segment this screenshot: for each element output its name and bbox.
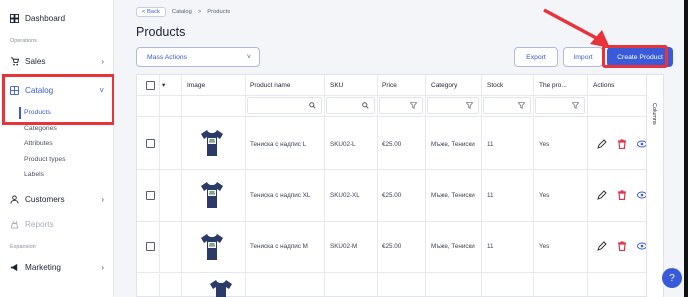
cell-stock: 11 xyxy=(487,192,494,199)
edit-icon[interactable] xyxy=(597,190,607,200)
cell-price: €25.00 xyxy=(382,243,402,250)
edit-icon[interactable] xyxy=(597,139,607,149)
edit-icon[interactable] xyxy=(597,241,607,251)
cell-category: Мъже, Тениски xyxy=(431,192,475,199)
annotation-box-create xyxy=(602,45,668,68)
product-thumbnail xyxy=(201,234,223,260)
filter-product-name[interactable] xyxy=(247,97,322,114)
sidebar-subitem-categories[interactable]: Categories xyxy=(24,125,57,132)
sidebar: Dashboard Operations Sales › Catalog ˅ P… xyxy=(0,0,115,297)
cell-product-name[interactable]: Тениска с надпис XL xyxy=(250,192,322,199)
filter-icon xyxy=(410,102,417,109)
sidebar-item-sales[interactable]: Sales › xyxy=(10,57,110,66)
chevron-down-icon: ▾ xyxy=(162,82,166,89)
annotation-box-catalog xyxy=(2,74,115,125)
filter-category[interactable] xyxy=(427,97,479,114)
cell-the-pro: Yes xyxy=(539,243,550,250)
page-title: Products xyxy=(136,25,186,39)
cell-product-name[interactable]: Тениска с надпис L xyxy=(250,141,322,148)
breadcrumb-separator: > xyxy=(197,9,202,15)
cell-price: €25.00 xyxy=(382,192,402,199)
chevron-down-icon: ˅ xyxy=(246,54,251,61)
row-checkbox[interactable] xyxy=(146,191,155,200)
cell-sku: SKU02-L xyxy=(330,141,356,148)
filter-the-pro[interactable] xyxy=(535,97,585,114)
back-button[interactable]: < Back xyxy=(136,7,166,17)
mass-actions-select[interactable]: Mass Actions ˅ xyxy=(136,47,260,67)
select-all-checkbox[interactable] xyxy=(146,81,155,90)
delete-icon[interactable] xyxy=(617,139,627,149)
header-actions: Actions xyxy=(593,81,615,89)
cell-the-pro: Yes xyxy=(539,141,550,148)
sidebar-subitem-product-types[interactable]: Product types xyxy=(24,156,66,163)
header-the-pro[interactable]: The pro... xyxy=(539,75,567,95)
filter-price[interactable] xyxy=(379,97,423,114)
breadcrumb: < Back Catalog > Products xyxy=(136,7,230,17)
product-thumbnail xyxy=(201,130,223,156)
chevron-right-icon: › xyxy=(101,195,104,204)
header-image: Image xyxy=(187,81,206,89)
row-checkbox[interactable] xyxy=(146,139,155,148)
sidebar-label-reports: Reports xyxy=(25,220,54,229)
columns-side-tab[interactable]: Columns xyxy=(646,75,663,297)
row-checkbox[interactable] xyxy=(146,242,155,251)
delete-icon[interactable] xyxy=(617,241,627,251)
reports-icon xyxy=(10,220,19,229)
products-table: ▾ Image Product name SKU Price Category … xyxy=(136,74,664,297)
filter-icon xyxy=(572,102,579,109)
sidebar-item-reports[interactable]: Reports xyxy=(10,220,110,229)
header-product-name[interactable]: Product name xyxy=(250,75,290,95)
delete-icon[interactable] xyxy=(617,190,627,200)
header-price[interactable]: Price xyxy=(382,75,397,95)
mass-actions-label: Mass Actions xyxy=(147,53,188,61)
columns-tab-label: Columns xyxy=(651,103,657,125)
product-thumbnail xyxy=(210,280,232,297)
cell-stock: 11 xyxy=(487,243,494,250)
cell-stock: 11 xyxy=(487,141,494,148)
cell-category: Мъже, Тениски xyxy=(431,141,475,148)
product-thumbnail xyxy=(201,182,223,208)
sidebar-label-sales: Sales xyxy=(25,57,46,66)
chevron-right-icon: › xyxy=(101,263,104,272)
dashboard-icon xyxy=(10,14,19,23)
header-category[interactable]: Category xyxy=(431,75,457,95)
cell-price: €25.00 xyxy=(382,141,402,148)
sidebar-label-dashboard: Dashboard xyxy=(25,14,66,23)
cell-product-name[interactable]: Тениска с надпис M xyxy=(250,243,322,250)
sidebar-item-customers[interactable]: Customers › xyxy=(10,195,110,204)
sidebar-subitem-attributes[interactable]: Attributes xyxy=(24,140,53,147)
header-stock[interactable]: Stock xyxy=(487,75,503,95)
section-operations: Operations xyxy=(10,38,37,44)
select-menu-chevron[interactable]: ▾ xyxy=(162,75,165,95)
help-icon[interactable]: ? xyxy=(662,268,682,288)
cell-the-pro: Yes xyxy=(539,192,550,199)
marketing-icon xyxy=(10,263,18,272)
search-icon xyxy=(309,102,316,109)
sidebar-item-dashboard[interactable]: Dashboard xyxy=(10,14,110,23)
sidebar-label-marketing: Marketing xyxy=(25,263,61,272)
filter-stock[interactable] xyxy=(483,97,531,114)
header-sku[interactable]: SKU xyxy=(330,75,343,95)
search-icon xyxy=(362,102,369,109)
filter-sku[interactable] xyxy=(326,97,375,114)
filter-icon xyxy=(466,102,473,109)
app-window: Dashboard Operations Sales › Catalog ˅ P… xyxy=(0,0,684,297)
chevron-right-icon: › xyxy=(101,57,104,66)
sidebar-subitem-labels[interactable]: Labels xyxy=(24,171,44,178)
cell-category: Мъже, Тениски xyxy=(431,243,475,250)
sales-icon xyxy=(10,57,19,66)
filter-icon xyxy=(518,102,525,109)
sidebar-item-marketing[interactable]: Marketing › xyxy=(10,263,110,272)
breadcrumb-catalog[interactable]: Catalog xyxy=(172,9,192,15)
sidebar-label-customers: Customers xyxy=(25,195,65,204)
cell-sku: SKU02-XL xyxy=(330,192,360,199)
breadcrumb-products: Products xyxy=(207,9,231,15)
cell-sku: SKU02-M xyxy=(330,243,358,250)
customers-icon xyxy=(10,195,19,204)
section-expansion: Expansion xyxy=(10,244,36,250)
